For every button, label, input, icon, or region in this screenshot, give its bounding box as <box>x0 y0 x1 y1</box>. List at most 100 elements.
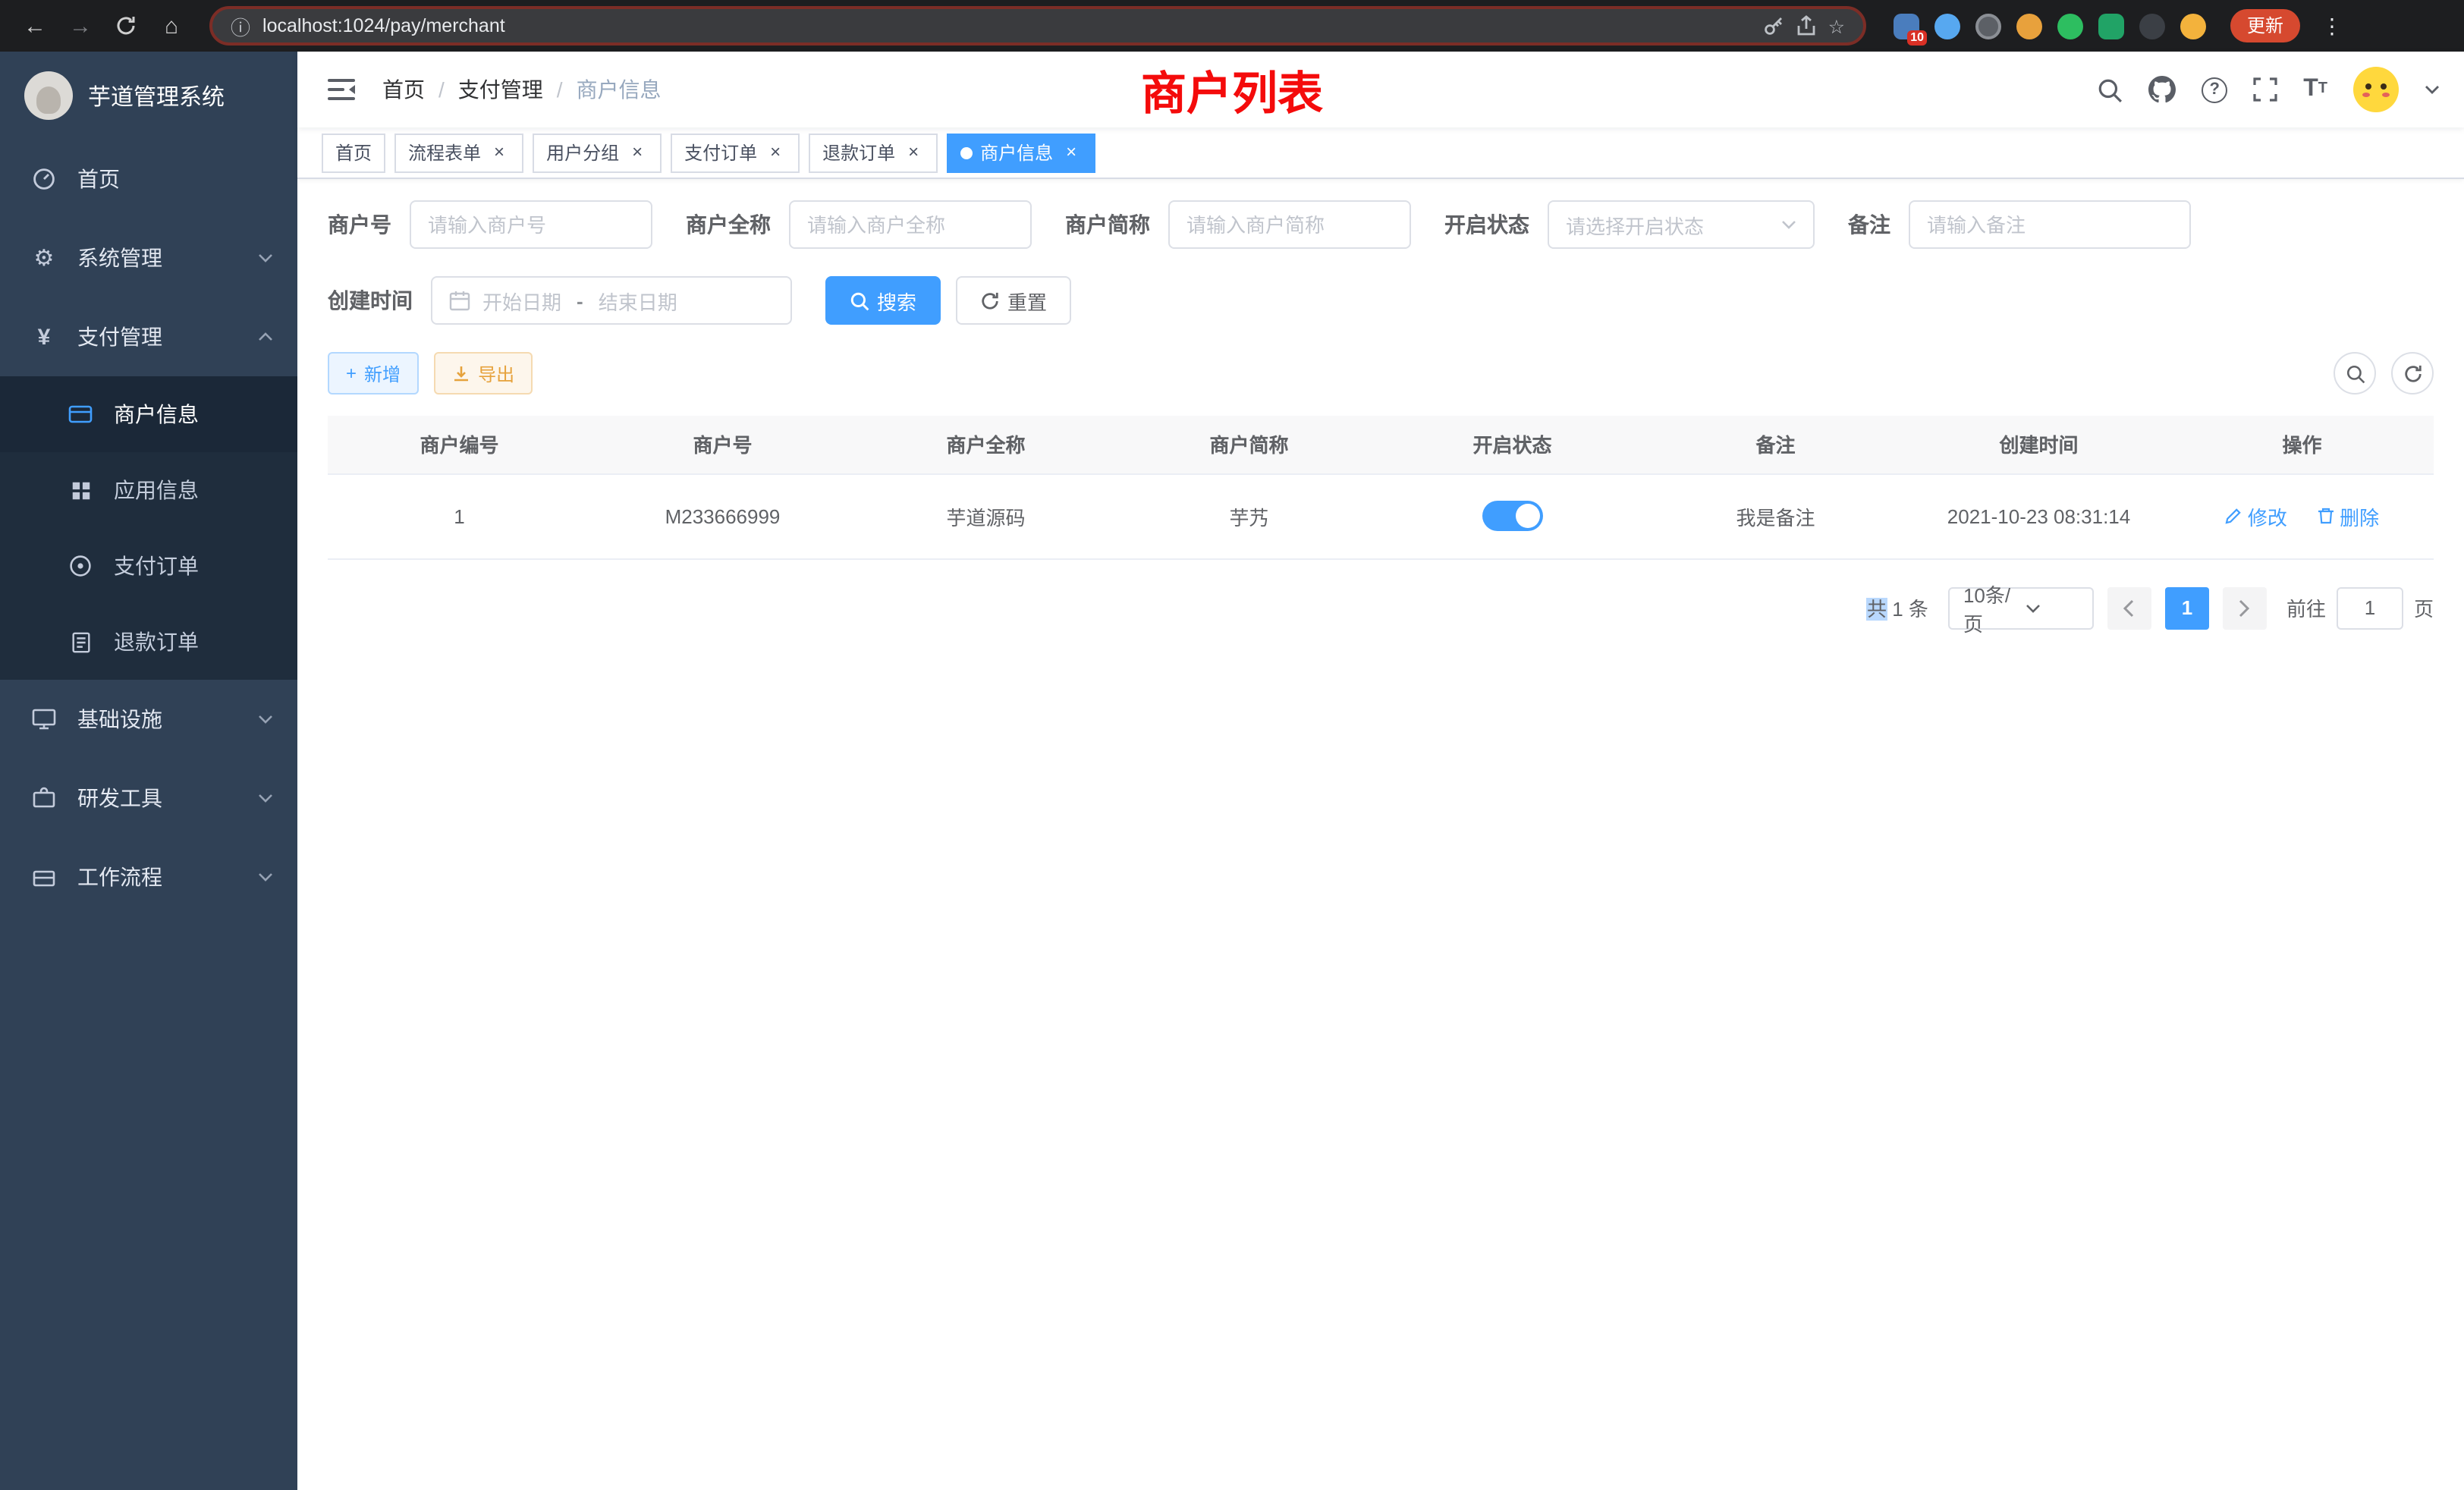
next-page-button[interactable] <box>2223 586 2267 629</box>
chevron-right-icon <box>2239 599 2251 617</box>
sidebar-item-label: 研发工具 <box>77 783 162 813</box>
search-icon[interactable] <box>2097 77 2123 102</box>
app-title: 芋道管理系统 <box>88 80 225 112</box>
help-icon[interactable]: ? <box>2202 77 2227 102</box>
chevron-down-icon <box>2026 603 2079 612</box>
edit-link[interactable]: 修改 <box>2225 501 2287 530</box>
page-size-value: 10条/页 <box>1963 579 2016 637</box>
github-icon[interactable] <box>2148 76 2176 103</box>
tab-merchant-info[interactable]: 商户信息 × <box>947 133 1095 172</box>
sidebar-item-infra[interactable]: 基础设施 <box>0 680 297 759</box>
sidebar-item-refund-orders[interactable]: 退款订单 <box>0 604 297 680</box>
address-bar[interactable]: ⓘ localhost:1024/pay/merchant ☆ <box>209 6 1866 46</box>
extension-icon-8[interactable] <box>2180 13 2206 39</box>
close-icon[interactable]: × <box>489 142 510 163</box>
search-icon <box>850 291 869 310</box>
filter-row-1: 商户号 商户全称 商户简称 <box>328 200 2434 249</box>
close-icon[interactable]: × <box>903 142 924 163</box>
share-icon[interactable] <box>1796 15 1816 36</box>
col-merchant-id: 商户编号 <box>328 416 591 473</box>
compass-icon <box>67 554 94 578</box>
cell-create-time: 2021-10-23 08:31:14 <box>1907 473 2170 558</box>
close-icon[interactable]: × <box>1061 142 1082 163</box>
tab-label: 用户分组 <box>546 140 619 165</box>
sidebar-item-pay-orders[interactable]: 支付订单 <box>0 528 297 604</box>
tab-process-form[interactable]: 流程表单 × <box>394 133 523 172</box>
status-select[interactable]: 请选择开启状态 <box>1548 200 1815 249</box>
tab-home[interactable]: 首页 <box>322 133 385 172</box>
date-separator: - <box>577 289 583 312</box>
tab-pay-orders[interactable]: 支付订单 × <box>671 133 800 172</box>
merchant-no-input[interactable] <box>410 200 652 249</box>
close-icon[interactable]: × <box>765 142 786 163</box>
date-range-picker[interactable]: 开始日期 - 结束日期 <box>431 276 792 325</box>
goto-page-input[interactable] <box>2337 586 2403 629</box>
refresh-table-button[interactable] <box>2391 352 2434 395</box>
merchant-name-input[interactable] <box>789 200 1032 249</box>
filter-label: 开启状态 <box>1444 209 1529 240</box>
toggle-search-button[interactable] <box>2334 352 2376 395</box>
browser-chrome: ← → ⌂ ⓘ localhost:1024/pay/merchant ☆ 10 <box>0 0 2464 52</box>
reload-icon[interactable] <box>106 6 146 46</box>
site-info-icon[interactable]: ⓘ <box>231 11 250 40</box>
extension-icon-5[interactable] <box>2057 13 2083 39</box>
sidebar-item-system[interactable]: ⚙ 系统管理 <box>0 218 297 297</box>
home-icon[interactable]: ⌂ <box>152 6 191 46</box>
back-icon[interactable]: ← <box>15 6 55 46</box>
tab-user-group[interactable]: 用户分组 × <box>533 133 662 172</box>
remark-input-field[interactable] <box>1927 213 2173 236</box>
breadcrumb-home[interactable]: 首页 <box>382 74 425 105</box>
status-toggle[interactable] <box>1482 501 1543 531</box>
delete-icon <box>2317 507 2335 525</box>
browser-menu-icon[interactable]: ⋮ <box>2315 13 2349 39</box>
breadcrumb-separator: / <box>557 77 563 102</box>
merchant-short-name-input-field[interactable] <box>1186 213 1393 236</box>
sidebar-item-workflow[interactable]: 工作流程 <box>0 838 297 916</box>
remark-input[interactable] <box>1909 200 2191 249</box>
sidebar-item-payment[interactable]: ¥ 支付管理 <box>0 297 297 376</box>
breadcrumb-payment[interactable]: 支付管理 <box>458 74 543 105</box>
merchant-short-name-input[interactable] <box>1168 200 1411 249</box>
add-button[interactable]: + 新增 <box>328 352 419 395</box>
chevron-left-icon <box>2123 599 2136 617</box>
merchant-name-input-field[interactable] <box>807 213 1014 236</box>
fullscreen-icon[interactable] <box>2253 77 2277 102</box>
sidebar-item-home[interactable]: 首页 <box>0 140 297 218</box>
font-size-icon[interactable]: TT <box>2303 77 2327 102</box>
sidebar-item-devtools[interactable]: 研发工具 <box>0 759 297 838</box>
extension-icon-1[interactable]: 10 <box>1894 13 1919 39</box>
user-avatar[interactable] <box>2353 67 2399 112</box>
hamburger-icon[interactable] <box>322 71 361 108</box>
extension-icon-4[interactable] <box>2016 13 2042 39</box>
page-number-button[interactable]: 1 <box>2165 586 2209 629</box>
delete-link[interactable]: 删除 <box>2317 501 2379 530</box>
page-title-annotation: 商户列表 <box>1141 56 1323 123</box>
cell-merchant-id: 1 <box>328 473 591 558</box>
tab-refund-orders[interactable]: 退款订单 × <box>809 133 938 172</box>
extension-icon-7[interactable] <box>2139 13 2165 39</box>
forward-icon[interactable]: → <box>61 6 100 46</box>
page-size-select[interactable]: 10条/页 <box>1948 586 2094 629</box>
close-icon[interactable]: × <box>627 142 648 163</box>
url-text[interactable]: localhost:1024/pay/merchant <box>262 15 1751 36</box>
toolbar: + 新增 导出 <box>328 352 2434 395</box>
merchant-no-input-field[interactable] <box>428 213 634 236</box>
reset-button[interactable]: 重置 <box>956 276 1071 325</box>
key-icon[interactable] <box>1763 15 1784 36</box>
filter-merchant-short-name: 商户简称 <box>1065 200 1411 249</box>
sidebar-item-merchant-info[interactable]: 商户信息 <box>0 376 297 452</box>
filter-label: 备注 <box>1848 209 1890 240</box>
extension-icon-2[interactable] <box>1934 13 1960 39</box>
cell-full-name: 芋道源码 <box>854 473 1117 558</box>
browser-update-button[interactable]: 更新 <box>2230 9 2300 42</box>
extension-icon-3[interactable] <box>1975 13 2001 39</box>
caret-down-icon[interactable] <box>2425 85 2440 94</box>
extension-icon-6[interactable] <box>2098 13 2124 39</box>
filter-merchant-no: 商户号 <box>328 200 652 249</box>
search-button[interactable]: 搜索 <box>825 276 941 325</box>
prev-page-button[interactable] <box>2107 586 2151 629</box>
export-button[interactable]: 导出 <box>434 352 533 395</box>
sidebar-item-app-info[interactable]: 应用信息 <box>0 452 297 528</box>
bookmark-star-icon[interactable]: ☆ <box>1828 14 1845 37</box>
app-logo[interactable]: 芋道管理系统 <box>0 52 297 140</box>
